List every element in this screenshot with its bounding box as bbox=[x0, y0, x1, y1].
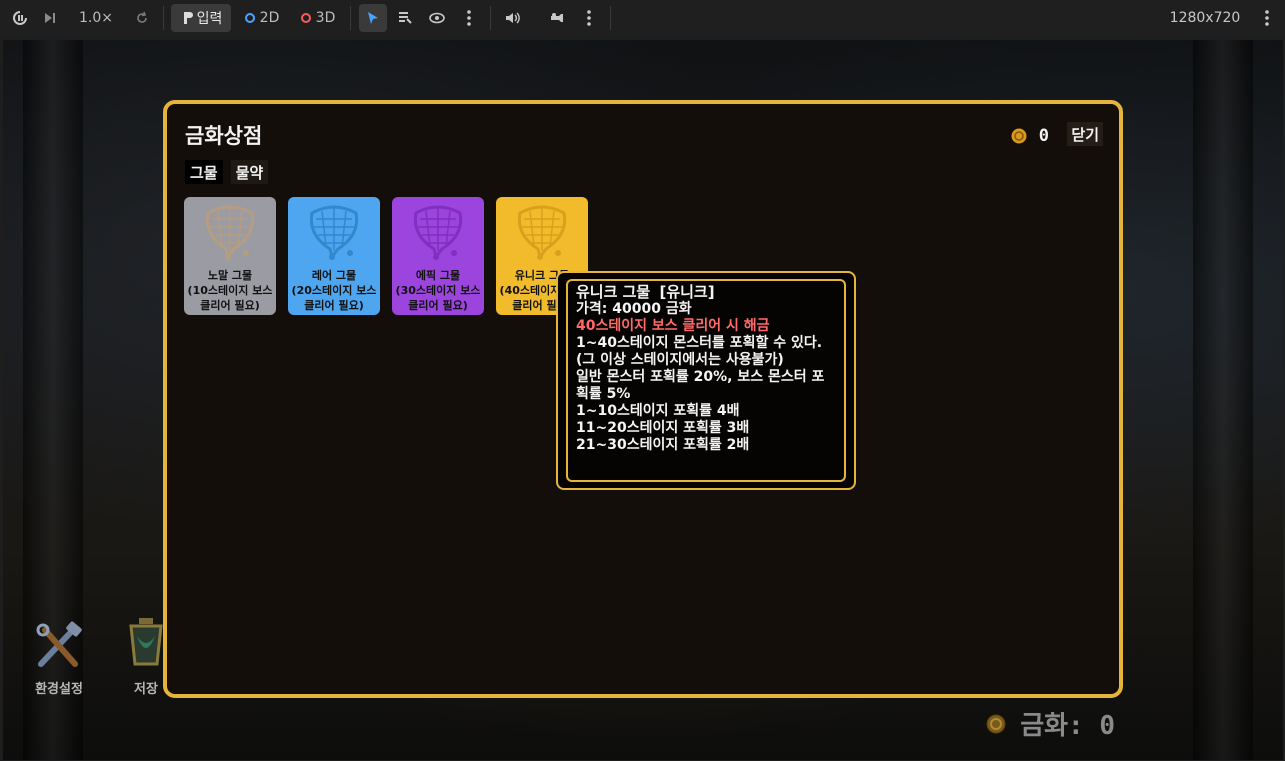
list-icon bbox=[399, 12, 412, 24]
3d-dot-icon bbox=[300, 13, 311, 23]
input-icon bbox=[183, 12, 193, 24]
shop-coin-count: 0 bbox=[1038, 126, 1049, 146]
kebab-icon bbox=[587, 10, 591, 26]
speaker-icon bbox=[506, 12, 520, 24]
reload-icon bbox=[137, 11, 147, 23]
net-icon bbox=[309, 205, 359, 261]
tooltip-bonus-line: 11~20스테이지 포획률 3배 bbox=[576, 420, 750, 436]
editor-toolbar: 1.0× 입력 2D 3D 1280x720 bbox=[0, 0, 1285, 36]
tools-icon bbox=[36, 621, 82, 667]
tooltip-description-range: 1~40스테이지 몬스터를 포획할 수 있다. (그 이상 스테이지에서는 사용… bbox=[576, 335, 823, 368]
pause-icon bbox=[13, 11, 27, 25]
card-name: 에픽 그물 bbox=[415, 269, 461, 282]
shop-item-card-rare-net[interactable]: 레어 그물 (20스테이지 보스 클리어 필요) bbox=[288, 197, 380, 315]
pause-play-button[interactable] bbox=[6, 0, 34, 36]
tooltip-rarity: [유니크] bbox=[659, 283, 715, 301]
3d-label: 3D bbox=[315, 10, 336, 26]
background-pillar bbox=[1193, 40, 1253, 760]
step-icon bbox=[45, 13, 55, 23]
tooltip-price: 가격: 40000 금화 bbox=[576, 301, 692, 317]
card-requirement: (10스테이지 보스 클리어 필요) bbox=[187, 284, 273, 312]
close-button[interactable]: 닫기 bbox=[1067, 122, 1103, 146]
speed-selector[interactable]: 1.0× bbox=[74, 0, 118, 36]
tooltip-title: 유니크 그물 bbox=[576, 283, 651, 301]
card-requirement: (30스테이지 보스 클리어 필요) bbox=[395, 284, 481, 312]
eye-icon bbox=[429, 12, 445, 24]
tooltip-unlock-condition: 40스테이지 보스 클리어 시 해금 bbox=[576, 318, 770, 334]
cursor-icon bbox=[368, 12, 378, 24]
shop-title: 금화상점 bbox=[185, 124, 263, 148]
3d-mode-button[interactable]: 3D bbox=[296, 0, 340, 36]
tooltip-header: 유니크 그물 [유니크] bbox=[576, 284, 836, 301]
camera-button[interactable] bbox=[543, 0, 571, 36]
2d-label: 2D bbox=[259, 10, 280, 26]
step-frame-button[interactable] bbox=[36, 0, 64, 36]
item-tooltip: 유니크 그물 [유니크] 가격: 40000 금화 40스테이지 보스 클리어 … bbox=[556, 271, 856, 490]
tooltip-bonus-line: 21~30스테이지 포획률 2배 bbox=[576, 437, 750, 453]
shop-tabs: 그물 물약 bbox=[185, 160, 269, 184]
tooltip-content: 유니크 그물 [유니크] 가격: 40000 금화 40스테이지 보스 클리어 … bbox=[566, 279, 846, 482]
more-options-button-3[interactable] bbox=[1253, 0, 1281, 36]
save-label: 저장 bbox=[134, 682, 158, 697]
net-icon bbox=[413, 205, 463, 261]
currency-display: 금화: 0 bbox=[986, 705, 1115, 742]
shop-item-list: 노말 그물 (10스테이지 보스 클리어 필요) 레어 그물 (20스테이지 보… bbox=[184, 197, 588, 315]
select-tool-button[interactable] bbox=[359, 4, 387, 32]
tooltip-description-rate: 일반 몬스터 포획률 20%, 보스 몬스터 포획률 5% bbox=[576, 369, 825, 402]
resolution-label: 1280x720 bbox=[1169, 10, 1241, 26]
kebab-icon bbox=[467, 10, 471, 26]
gold-shop-modal: 금화상점 0 닫기 그물 물약 노말 그물 (10스테이지 보스 클리어 필요) bbox=[163, 100, 1123, 698]
card-name: 레어 그물 bbox=[311, 269, 357, 282]
input-mode-button[interactable]: 입력 bbox=[171, 4, 231, 32]
more-options-button-1[interactable] bbox=[455, 0, 483, 36]
tab-potion[interactable]: 물약 bbox=[230, 160, 269, 184]
coin-icon bbox=[1011, 128, 1027, 144]
kebab-icon bbox=[1265, 10, 1269, 26]
settings-shop-button[interactable]: 환경설정 bbox=[31, 618, 87, 697]
reset-button[interactable] bbox=[128, 0, 156, 36]
card-name: 노말 그물 bbox=[207, 269, 253, 282]
settings-shop-label: 환경설정 bbox=[35, 682, 83, 697]
coin-icon bbox=[986, 714, 1006, 733]
audio-button[interactable] bbox=[499, 0, 527, 36]
input-mode-label: 입력 bbox=[196, 11, 223, 27]
camera-icon bbox=[551, 13, 563, 22]
shop-item-card-epic-net[interactable]: 에픽 그물 (30스테이지 보스 클리어 필요) bbox=[392, 197, 484, 315]
shop-coin-display: 0 bbox=[1011, 126, 1049, 146]
game-viewport: 환경설정 저장 금화: 0 금화상점 0 닫기 그물 물약 노말 그물 (10스… bbox=[3, 40, 1283, 760]
tab-net[interactable]: 그물 bbox=[185, 160, 223, 184]
list-tool-button[interactable] bbox=[391, 0, 419, 36]
visibility-button[interactable] bbox=[423, 0, 451, 36]
currency-label: 금화: 0 bbox=[1020, 711, 1115, 741]
2d-mode-button[interactable]: 2D bbox=[240, 0, 284, 36]
card-requirement: (20스테이지 보스 클리어 필요) bbox=[291, 284, 377, 312]
net-icon bbox=[205, 205, 255, 261]
net-icon bbox=[517, 205, 567, 261]
tooltip-bonus-line: 1~10스테이지 포획률 4배 bbox=[576, 403, 740, 419]
shop-item-card-normal-net[interactable]: 노말 그물 (10스테이지 보스 클리어 필요) bbox=[184, 197, 276, 315]
more-options-button-2[interactable] bbox=[575, 0, 603, 36]
2d-dot-icon bbox=[244, 13, 255, 23]
